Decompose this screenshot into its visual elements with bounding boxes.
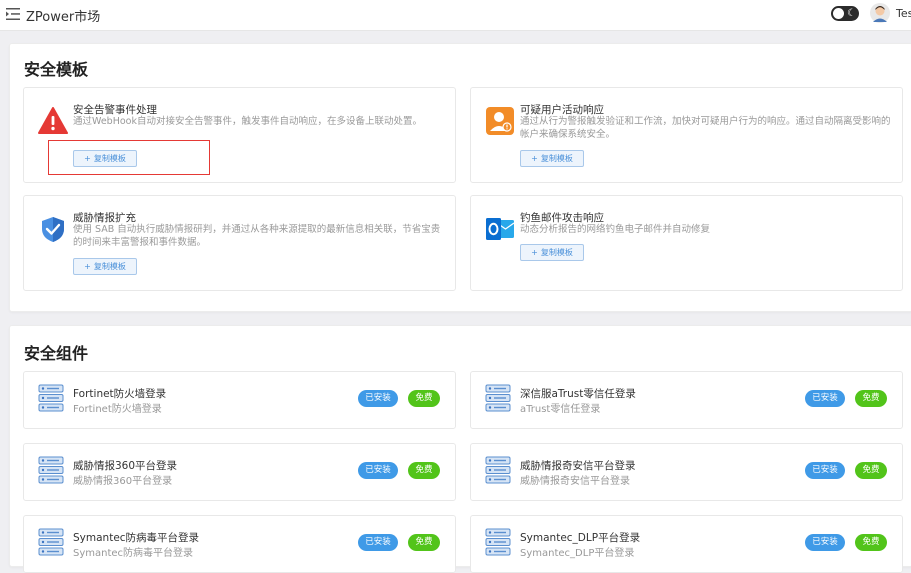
installed-badge[interactable]: 已安装 [805,390,845,407]
component-card-symantec-av[interactable]: Symantec防病毒平台登录 Symantec防病毒平台登录 已安装 免费 [23,515,456,573]
moon-icon: ☾ [847,8,856,19]
installed-badge[interactable]: 已安装 [805,534,845,551]
component-name: Symantec防病毒平台登录 [73,532,200,544]
component-name: 威胁情报360平台登录 [73,460,178,472]
app-title: ZPower市场 [26,10,101,25]
component-subtitle: Fortinet防火墙登录 [73,404,162,415]
templates-panel: 安全模板 安全告警事件处理 通过WebHook自动对接安全告警事件，触发事件自动… [9,43,911,312]
free-badge[interactable]: 免费 [408,390,440,407]
server-icon [38,384,64,412]
free-badge[interactable]: 免费 [855,534,887,551]
component-name: Fortinet防火墙登录 [73,388,167,400]
section-title-templates: 安全模板 [24,60,89,79]
component-subtitle: 威胁情报奇安信平台登录 [520,476,630,487]
template-card-phishing[interactable]: 钓鱼邮件攻击响应 动态分析报告的网络钓鱼电子邮件并自动修复 + 复制模板 [470,195,903,291]
toggle-knob [833,8,844,19]
free-badge[interactable]: 免费 [855,462,887,479]
user-alert-icon [486,107,514,135]
template-description: 通过WebHook自动对接安全告警事件，触发事件自动响应，在多设备上联动处置。 [73,116,422,127]
server-icon [38,456,64,484]
server-icon [485,528,511,556]
component-name: Symantec_DLP平台登录 [520,532,641,544]
installed-badge[interactable]: 已安装 [358,534,398,551]
copy-template-button[interactable]: + 复制模板 [520,150,584,167]
plus-icon: + [531,154,538,163]
dark-mode-toggle[interactable]: ☾ [831,6,859,21]
template-description: 使用 SAB 自动执行威胁情报研判，并通过从各种来源提取的最新信息相关联，节省宝… [73,224,441,248]
component-subtitle: aTrust零信任登录 [520,404,601,415]
template-card-threat-intel[interactable]: 威胁情报扩充 使用 SAB 自动执行威胁情报研判，并通过从各种来源提取的最新信息… [23,195,456,291]
avatar[interactable] [870,3,890,23]
component-name: 深信服aTrust零信任登录 [520,388,636,400]
free-badge[interactable]: 免费 [855,390,887,407]
template-description: 动态分析报告的网络钓鱼电子邮件并自动修复 [520,224,711,235]
server-icon [485,384,511,412]
components-panel: 安全组件 Fortinet防火墙登录 Fortinet防火墙登录 已安装 免费 … [9,325,911,573]
copy-template-button[interactable]: + 复制模板 [73,258,137,275]
plus-icon: + [531,248,538,257]
template-card-suspicious-user[interactable]: 可疑用户活动响应 通过从行为警报触发验证和工作流，加快对可疑用户行为的响应。通过… [470,87,903,183]
copy-template-label: 复制模板 [93,262,126,271]
copy-template-label: 复制模板 [540,154,573,163]
component-card-symantec-dlp[interactable]: Symantec_DLP平台登录 Symantec_DLP平台登录 已安装 免费 [470,515,903,573]
plus-icon: + [84,262,91,271]
free-badge[interactable]: 免费 [408,534,440,551]
highlight-box [48,140,210,175]
warning-icon [38,107,68,134]
shield-icon [42,217,64,242]
component-card-atrust[interactable]: 深信服aTrust零信任登录 aTrust零信任登录 已安装 免费 [470,371,903,429]
free-badge[interactable]: 免费 [408,462,440,479]
copy-template-label: 复制模板 [540,248,573,257]
outlook-icon [486,218,515,240]
top-bar: ZPower市场 ☾ Test [0,0,911,31]
component-card-intel-360[interactable]: 威胁情报360平台登录 威胁情报360平台登录 已安装 免费 [23,443,456,501]
component-card-fortinet[interactable]: Fortinet防火墙登录 Fortinet防火墙登录 已安装 免费 [23,371,456,429]
installed-badge[interactable]: 已安装 [358,390,398,407]
component-name: 威胁情报奇安信平台登录 [520,460,636,472]
component-card-intel-qianxin[interactable]: 威胁情报奇安信平台登录 威胁情报奇安信平台登录 已安装 免费 [470,443,903,501]
installed-badge[interactable]: 已安装 [358,462,398,479]
component-subtitle: 威胁情报360平台登录 [73,476,173,487]
copy-template-button[interactable]: + 复制模板 [520,244,584,261]
section-title-components: 安全组件 [24,344,89,363]
server-icon [485,456,511,484]
template-description: 通过从行为警报触发验证和工作流，加快对可疑用户行为的响应。通过自动隔离受影响的帐… [520,116,891,140]
user-name[interactable]: Test [896,7,911,20]
server-icon [38,528,64,556]
menu-fold-icon[interactable] [6,8,20,20]
installed-badge[interactable]: 已安装 [805,462,845,479]
